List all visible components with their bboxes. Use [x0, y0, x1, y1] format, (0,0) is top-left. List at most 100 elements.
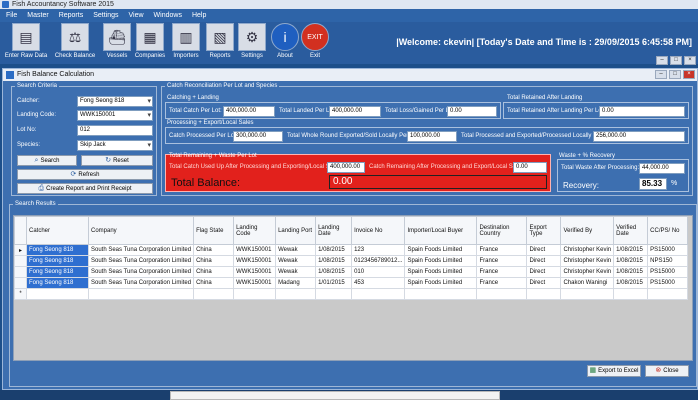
column-header[interactable]: Verified By: [560, 216, 615, 245]
table-cell[interactable]: [647, 288, 689, 300]
table-cell[interactable]: Direct: [526, 244, 562, 256]
minimize-button[interactable]: –: [655, 70, 667, 79]
table-cell[interactable]: Fong Seong 818: [26, 277, 89, 289]
table-cell[interactable]: Wewak: [275, 255, 317, 267]
column-header[interactable]: Destination Country: [476, 216, 528, 245]
table-cell[interactable]: France: [476, 244, 528, 256]
table-cell[interactable]: Wewak: [275, 266, 317, 278]
reset-button[interactable]: ↻ Reset: [81, 155, 153, 166]
table-cell[interactable]: [87, 288, 195, 300]
toolbar-vessels-button[interactable]: ⛴ Vessels: [102, 23, 132, 63]
column-header[interactable]: Landing Date: [315, 216, 353, 245]
table-cell[interactable]: Spain Foods Limited: [404, 255, 478, 267]
table-cell[interactable]: PS15000: [647, 277, 689, 289]
column-header[interactable]: Landing Code: [233, 216, 277, 245]
table-cell[interactable]: France: [476, 277, 528, 289]
table-cell[interactable]: South Seas Tuna Corporation Limited: [87, 255, 195, 267]
table-cell[interactable]: WWK150001: [233, 266, 277, 278]
close-window-button[interactable]: ×: [683, 70, 695, 79]
menu-windows[interactable]: Windows: [154, 12, 182, 19]
toolbar-exit-button[interactable]: EXIT Exit: [300, 23, 330, 63]
table-cell[interactable]: [233, 288, 277, 300]
table-cell[interactable]: Spain Foods Limited: [404, 277, 478, 289]
table-cell[interactable]: WWK150001: [233, 244, 277, 256]
table-cell[interactable]: Christopher Kevin: [560, 255, 615, 267]
refresh-button[interactable]: ⟳ Refresh: [17, 169, 153, 180]
table-cell[interactable]: Christopher Kevin: [560, 266, 615, 278]
table-cell[interactable]: [26, 288, 89, 300]
menu-master[interactable]: Master: [27, 12, 48, 19]
table-cell[interactable]: PS15000: [647, 266, 689, 278]
table-cell[interactable]: 1/08/2015: [315, 266, 353, 278]
table-cell[interactable]: [193, 288, 235, 300]
column-header[interactable]: Export Type: [526, 216, 562, 245]
new-row[interactable]: *: [14, 288, 689, 300]
table-cell[interactable]: France: [476, 266, 528, 278]
table-cell[interactable]: 010: [351, 266, 406, 278]
close-button[interactable]: ⊗ Close: [645, 365, 689, 377]
table-cell[interactable]: China: [193, 277, 235, 289]
table-cell[interactable]: WWK150001: [233, 255, 277, 267]
table-cell[interactable]: NPS150: [647, 255, 689, 267]
table-cell[interactable]: [476, 288, 528, 300]
menu-help[interactable]: Help: [192, 12, 206, 19]
search-button[interactable]: ⌕ Search: [17, 155, 77, 166]
column-header[interactable]: Landing Port: [275, 216, 317, 245]
table-cell[interactable]: 1/08/2015: [613, 255, 649, 267]
table-cell[interactable]: 1/01/2015: [315, 277, 353, 289]
toolbar-companies-button[interactable]: ▦ Companies: [134, 23, 166, 63]
table-cell[interactable]: China: [193, 255, 235, 267]
menu-reports[interactable]: Reports: [59, 12, 84, 19]
table-row[interactable]: ▸ Fong Seong 818 South Seas Tuna Corpora…: [14, 244, 689, 256]
outer-maximize-button[interactable]: □: [670, 56, 682, 65]
table-cell[interactable]: South Seas Tuna Corporation Limited: [87, 244, 195, 256]
column-header[interactable]: Catcher: [26, 216, 89, 245]
table-cell[interactable]: China: [193, 266, 235, 278]
table-cell[interactable]: 0123456789012...: [351, 255, 406, 267]
table-cell[interactable]: [613, 288, 649, 300]
toolbar-importers-button[interactable]: ▥ Importers: [170, 23, 202, 63]
table-cell[interactable]: [526, 288, 562, 300]
menu-settings[interactable]: Settings: [93, 12, 118, 19]
column-header[interactable]: Flag State: [193, 216, 235, 245]
table-cell[interactable]: [404, 288, 478, 300]
toolbar-about-button[interactable]: i About: [270, 23, 300, 63]
table-cell[interactable]: WWK150001: [233, 277, 277, 289]
table-cell[interactable]: PS15000: [647, 244, 689, 256]
maximize-button[interactable]: □: [669, 70, 681, 79]
table-row[interactable]: Fong Seong 818 South Seas Tuna Corporati…: [14, 277, 689, 289]
table-cell[interactable]: 453: [351, 277, 406, 289]
table-cell[interactable]: Fong Seong 818: [26, 244, 89, 256]
table-cell[interactable]: [315, 288, 353, 300]
table-cell[interactable]: 1/08/2015: [613, 277, 649, 289]
export-excel-button[interactable]: ▦ Export to Excel: [587, 365, 641, 377]
menu-view[interactable]: View: [129, 12, 144, 19]
outer-minimize-button[interactable]: –: [656, 56, 668, 65]
table-cell[interactable]: Fong Seong 818: [26, 255, 89, 267]
table-cell[interactable]: Direct: [526, 255, 562, 267]
table-cell[interactable]: Spain Foods Limited: [404, 244, 478, 256]
table-cell[interactable]: 1/08/2015: [613, 266, 649, 278]
table-cell[interactable]: France: [476, 255, 528, 267]
table-cell[interactable]: China: [193, 244, 235, 256]
toolbar-reports-button[interactable]: ▧ Reports: [205, 23, 235, 63]
table-cell[interactable]: South Seas Tuna Corporation Limited: [87, 266, 195, 278]
table-cell[interactable]: South Seas Tuna Corporation Limited: [87, 277, 195, 289]
lot-no-input[interactable]: 012: [77, 125, 153, 136]
species-select[interactable]: Skip Jack: [77, 140, 153, 151]
table-cell[interactable]: [275, 288, 317, 300]
column-header[interactable]: CC/PS/ No: [647, 216, 689, 245]
column-header[interactable]: Company: [87, 216, 195, 245]
table-cell[interactable]: 1/08/2015: [613, 244, 649, 256]
toolbar-settings-button[interactable]: ⚙ Settings: [237, 23, 267, 63]
create-report-button[interactable]: ⎙ Create Report and Print Receipt: [17, 183, 153, 194]
table-cell[interactable]: 123: [351, 244, 406, 256]
table-cell[interactable]: Wewak: [275, 244, 317, 256]
column-header[interactable]: Verified Date: [613, 216, 649, 245]
table-cell[interactable]: Fong Seong 818: [26, 266, 89, 278]
table-cell[interactable]: Direct: [526, 266, 562, 278]
table-cell[interactable]: [560, 288, 615, 300]
landing-code-select[interactable]: WWK150001: [77, 110, 153, 121]
table-cell[interactable]: Christopher Kevin: [560, 244, 615, 256]
menu-file[interactable]: File: [6, 12, 17, 19]
